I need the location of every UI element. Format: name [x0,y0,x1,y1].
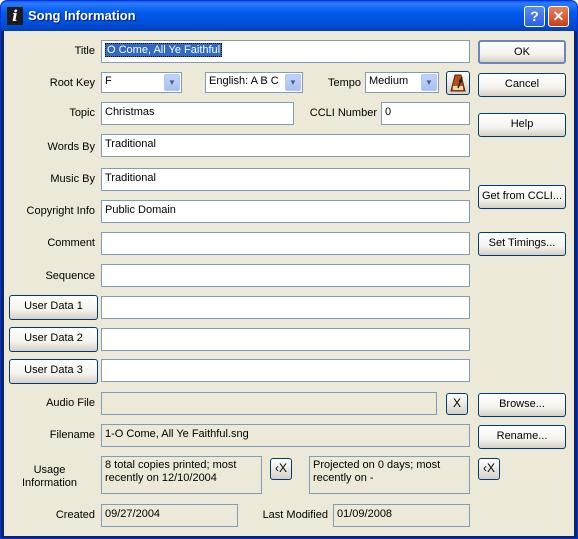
audio-file-field [101,392,437,415]
ccli-number-field[interactable]: 0 [381,102,470,125]
usage-label-line-1: Usage [33,464,66,476]
user-data-1-field[interactable] [101,296,470,319]
set-timings-button[interactable]: Set Timings... [478,232,566,256]
tempo-value: Medium [369,75,409,87]
user-data-2-button[interactable]: User Data 2 [9,327,98,352]
reset-projected-button[interactable]: ‹X [478,458,500,480]
user-data-2-field[interactable] [101,328,470,351]
words-by-label: Words By [47,141,95,153]
metronome-icon[interactable] [446,71,470,95]
root-key-label: Root Key [49,77,95,89]
usage-projected-text: Projected on 0 days; most recently on - [309,456,470,494]
ok-button[interactable]: OK [478,40,566,64]
root-key-value: F [105,75,112,87]
window-title: Song Information [28,8,136,23]
ccli-number-label: CCLI Number [309,107,377,119]
sequence-label: Sequence [45,270,95,282]
user-data-1-button[interactable]: User Data 1 [9,295,98,320]
last-modified-field: 01/09/2008 [333,504,470,527]
title-field-value: O Come, All Ye Faithful [105,43,223,57]
title-field[interactable]: O Come, All Ye Faithful [101,40,470,63]
dialog-body: Title O Come, All Ye Faithful Root Key F… [4,31,574,536]
usage-information-label: Usage Information [4,464,95,490]
reset-printed-button[interactable]: ‹X [270,458,292,480]
audio-file-label: Audio File [46,397,95,409]
sequence-field[interactable] [101,264,470,287]
song-information-dialog: i Song Information ? ✕ Title O Come, All… [0,0,578,539]
tempo-label: Tempo [327,77,361,89]
copyright-info-label: Copyright Info [26,205,95,217]
notation-value: English: A B C [209,75,279,87]
music-by-field[interactable]: Traditional [101,168,470,191]
tempo-select[interactable]: Medium ▼ [365,72,439,93]
chevron-down-icon[interactable]: ▼ [164,74,180,91]
help-button[interactable]: Help [478,113,566,137]
usage-label-line-2: Information [21,477,78,489]
chevron-down-icon[interactable]: ▼ [285,74,301,91]
clear-audio-button[interactable]: X [446,393,468,415]
title-bar: i Song Information ? ✕ [1,1,577,31]
rename-button[interactable]: Rename... [478,425,566,449]
created-field: 09/27/2004 [101,504,238,527]
filename-field: 1-O Come, All Ye Faithful.sng [101,424,470,447]
root-key-select[interactable]: F ▼ [101,72,182,93]
comment-label: Comment [47,237,95,249]
notation-select[interactable]: English: A B C ▼ [205,72,303,93]
chevron-down-icon[interactable]: ▼ [421,74,437,91]
browse-button[interactable]: Browse... [478,393,566,417]
info-icon: i [7,7,23,25]
help-title-button[interactable]: ? [524,6,545,27]
music-by-label: Music By [50,173,95,185]
created-label: Created [55,509,95,521]
topic-label: Topic [69,107,95,119]
user-data-3-button[interactable]: User Data 3 [9,359,98,384]
topic-field[interactable]: Christmas [101,102,294,125]
user-data-3-field[interactable] [101,359,470,382]
comment-field[interactable] [101,232,470,255]
filename-label: Filename [49,429,95,441]
last-modified-label: Last Modified [262,509,328,521]
words-by-field[interactable]: Traditional [101,134,470,157]
get-from-ccli-button[interactable]: Get from CCLI... [478,185,566,209]
title-label: Title [74,45,95,57]
copyright-info-field[interactable]: Public Domain [101,200,470,223]
cancel-button[interactable]: Cancel [478,73,566,97]
close-button[interactable]: ✕ [548,6,569,27]
usage-printed-text: 8 total copies printed; most recently on… [101,456,262,494]
